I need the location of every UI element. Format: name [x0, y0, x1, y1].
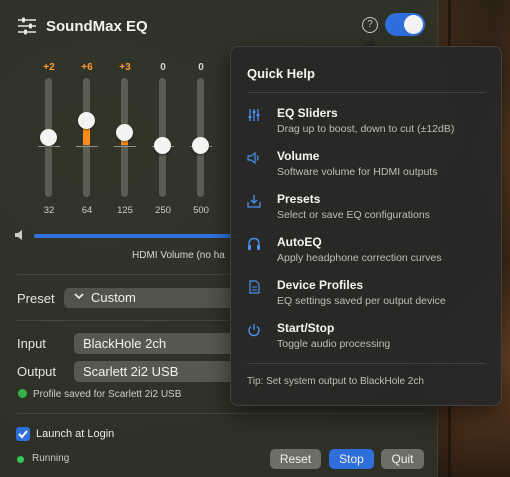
freq-label: 250 [155, 205, 171, 216]
output-label: Output [17, 364, 57, 379]
power-icon [248, 324, 260, 337]
help-item-title: Presets [277, 192, 321, 206]
freq-label: 125 [117, 205, 133, 216]
slider-knob[interactable] [40, 128, 57, 146]
popover-tip: Tip: Set system output to BlackHole 2ch [247, 376, 424, 387]
tray-download-icon [247, 195, 261, 208]
preset-label: Preset [17, 291, 55, 306]
speaker-icon [247, 151, 259, 165]
divider [247, 363, 485, 364]
status-text: Running [32, 453, 70, 464]
toggle-knob [404, 15, 423, 34]
chevron-down-icon [74, 293, 84, 300]
popover-title: Quick Help [247, 66, 315, 81]
help-item-title: Device Profiles [277, 278, 364, 292]
help-item-title: Volume [277, 149, 320, 163]
gain-label: +3 [119, 62, 131, 73]
freq-label: 32 [43, 205, 55, 216]
app-title: SoundMax EQ [46, 18, 148, 35]
help-item-device-profiles: Device Profiles EQ settings saved per ou… [247, 278, 487, 316]
input-device-select[interactable]: BlackHole 2ch [74, 333, 254, 354]
slider-knob[interactable] [154, 137, 171, 154]
volume-label: HDMI Volume (no ha [132, 250, 225, 261]
quit-button[interactable]: Quit [381, 449, 424, 469]
divider [17, 413, 425, 414]
headphones-icon [248, 237, 260, 250]
status-indicator [17, 456, 24, 463]
gain-label: 0 [198, 62, 204, 73]
slider-knob[interactable] [78, 111, 95, 129]
gain-label: +2 [43, 62, 55, 73]
gain-label: 0 [160, 62, 166, 73]
preset-dropdown[interactable]: Custom [64, 288, 244, 308]
reset-button[interactable]: Reset [270, 449, 321, 469]
quick-help-popover: Quick Help EQ Sliders Drag up to boost, … [230, 46, 502, 406]
divider [247, 92, 485, 93]
stop-button[interactable]: Stop [329, 449, 374, 469]
freq-label: 500 [193, 205, 209, 216]
slider-knob[interactable] [192, 137, 209, 154]
zero-line [38, 145, 60, 147]
profile-status: Profile saved for Scarlett 2i2 USB [18, 389, 181, 400]
launch-at-login-label: Launch at Login [36, 428, 115, 440]
sliders-app-icon [18, 17, 36, 35]
volume-slider[interactable] [34, 234, 244, 238]
zero-line [76, 145, 98, 147]
freq-label: 64 [81, 205, 93, 216]
input-label: Input [17, 336, 46, 351]
help-item-start-stop: Start/Stop Toggle audio processing [247, 321, 487, 359]
launch-at-login-checkbox[interactable] [16, 427, 30, 441]
checkmark-icon [18, 430, 28, 439]
help-item-volume: Volume Software volume for HDMI outputs [247, 149, 487, 187]
help-item-desc: EQ settings saved per output device [277, 295, 446, 307]
checkmark-circle-icon [18, 389, 27, 398]
help-item-desc: Toggle audio processing [277, 338, 391, 350]
help-item-desc: Software volume for HDMI outputs [277, 166, 438, 178]
profile-status-text: Profile saved for Scarlett 2i2 USB [33, 389, 182, 400]
output-device-select[interactable]: Scarlett 2i2 USB [74, 361, 254, 382]
preset-value: Custom [91, 290, 136, 305]
popover-arrow [364, 39, 378, 46]
document-icon [249, 280, 260, 294]
help-item-title: Start/Stop [277, 321, 335, 335]
slider-knob[interactable] [116, 124, 133, 142]
zero-line [114, 145, 136, 147]
help-item-desc: Drag up to boost, down to cut (±12dB) [277, 123, 455, 135]
help-item-title: EQ Sliders [277, 106, 338, 120]
help-item-presets: Presets Select or save EQ configurations [247, 192, 487, 230]
speaker-low-icon [15, 230, 22, 240]
help-item-eq-sliders: EQ Sliders Drag up to boost, down to cut… [247, 106, 487, 144]
help-item-desc: Select or save EQ configurations [277, 209, 430, 221]
help-item-autoeq: AutoEQ Apply headphone correction curves [247, 235, 487, 273]
power-toggle[interactable] [385, 13, 425, 36]
help-item-desc: Apply headphone correction curves [277, 252, 442, 264]
sliders-icon [248, 109, 260, 121]
gain-label: +6 [81, 62, 93, 73]
help-item-title: AutoEQ [277, 235, 322, 249]
help-button[interactable]: ? [362, 17, 378, 33]
